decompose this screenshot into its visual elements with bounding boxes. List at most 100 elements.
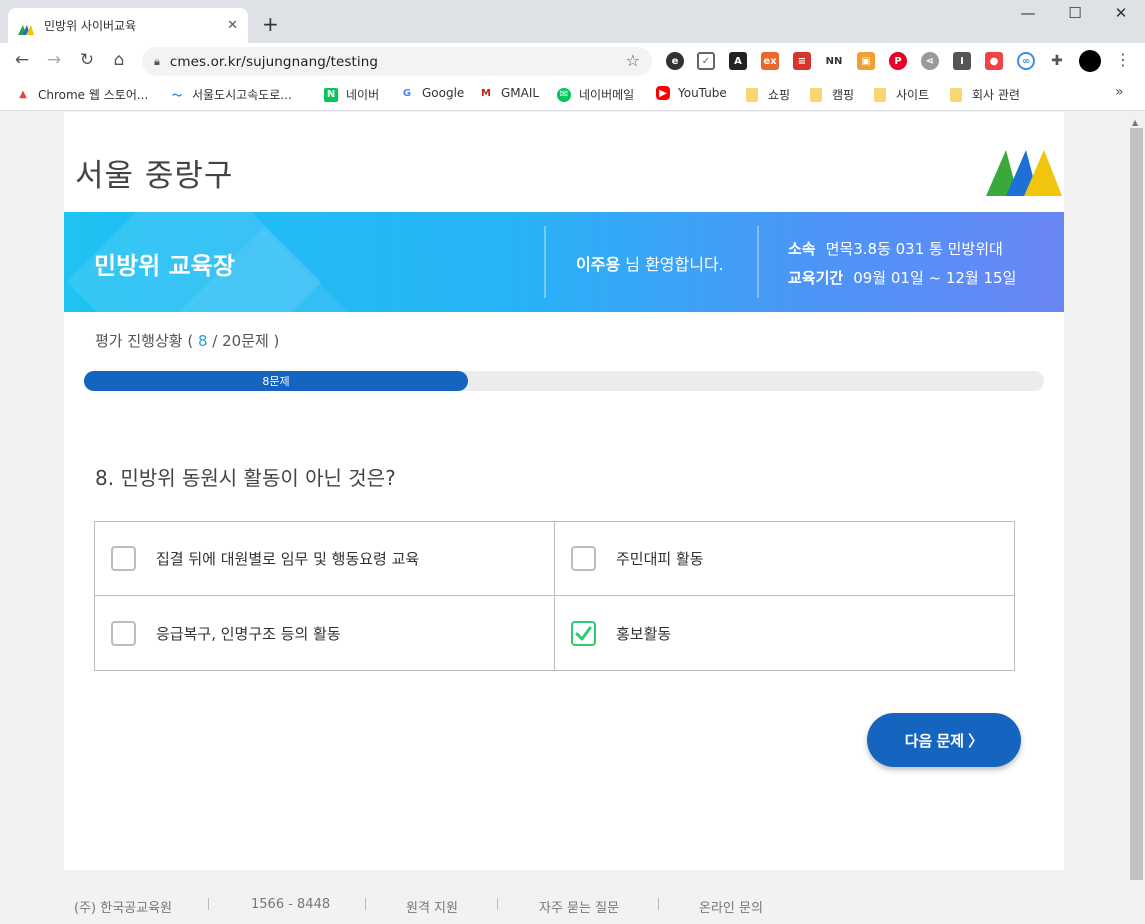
- welcome-banner: 민방위 교육장 이주용 님 환영합니다. 소속 면목3.8동 031 통 민방위대…: [64, 212, 1064, 312]
- bookmark-label: 네이버: [346, 88, 380, 102]
- folder-icon: [810, 87, 822, 102]
- period-value: 09월 01일 ~ 12월 15일: [853, 269, 1017, 287]
- page-scrollbar[interactable]: ▲: [1128, 112, 1145, 924]
- tab-title: 민방위 사이버교육: [44, 19, 137, 33]
- answer-option-text: 응급복구, 인명구조 등의 활동: [156, 624, 341, 643]
- google-icon: G: [402, 87, 412, 99]
- back-icon[interactable]: ←: [10, 50, 34, 70]
- progress-bar: 8문제: [84, 371, 1044, 391]
- extension-todoist-icon[interactable]: ≡: [793, 52, 811, 70]
- site-favicon-icon: [18, 20, 34, 35]
- address-bar[interactable]: 🔒︎ cmes.or.kr/sujungnang/testing ☆: [142, 47, 652, 76]
- answer-option-4[interactable]: 홍보활동: [555, 596, 1015, 670]
- browser-tab[interactable]: 민방위 사이버교육 ✕: [8, 8, 248, 43]
- answer-checkbox[interactable]: [571, 546, 596, 571]
- browser-toolbar: ← → ↻ ⌂ 🔒︎ cmes.or.kr/sujungnang/testing…: [0, 43, 1145, 79]
- period-label: 교육기간: [788, 269, 844, 287]
- bookmark-label: YouTube: [678, 86, 727, 100]
- answer-options: 집결 뒤에 대원별로 임무 및 행동요령 교육 주민대피 활동 응급복구, 인명…: [94, 521, 1015, 671]
- answer-option-1[interactable]: 집결 뒤에 대원별로 임무 및 행동요령 교육: [95, 522, 555, 596]
- footer-remote-support-link[interactable]: 원격 지원: [406, 897, 458, 916]
- next-question-button[interactable]: 다음 문제 〉: [867, 713, 1021, 767]
- answer-checkbox[interactable]: [571, 620, 596, 646]
- chrome-store-icon: ▲: [16, 87, 30, 102]
- forward-icon[interactable]: →: [42, 50, 66, 70]
- affiliation-value: 면목3.8동 031 통 민방위대: [825, 240, 1003, 258]
- progress-bar-fill: 8문제: [84, 371, 468, 391]
- bookmark-seoul-highway[interactable]: 〜 서울도시고속도로...: [170, 86, 292, 103]
- progress-current: 8: [197, 332, 208, 350]
- scroll-up-icon[interactable]: ▲: [1132, 118, 1138, 127]
- bookmark-naver-mail[interactable]: ✉ 네이버메일: [557, 86, 634, 103]
- page-viewport: 서울 중랑구 민방위 교육장 이주용 님 환영합니다. 소속 면목3.8동 031…: [0, 112, 1128, 924]
- home-icon[interactable]: ⌂: [107, 50, 131, 70]
- answer-option-text: 주민대피 활동: [616, 550, 704, 568]
- bookmark-folder-company[interactable]: 회사 관련: [950, 86, 1020, 103]
- folder-icon: [874, 87, 886, 102]
- bookmark-label: 서울도시고속도로...: [192, 88, 292, 102]
- extension-share-icon[interactable]: ⋖: [921, 52, 939, 70]
- bookmark-folder-shopping[interactable]: 쇼핑: [746, 86, 790, 103]
- bookmarks-more-icon[interactable]: »: [1115, 84, 1124, 100]
- progress-prefix: 평가 진행상황 (: [95, 332, 198, 350]
- extension-infinity-icon[interactable]: ∞: [1017, 52, 1035, 70]
- bookmark-label: 캠핑: [832, 88, 855, 102]
- highway-icon: 〜: [172, 91, 182, 102]
- footer-inquiry-link[interactable]: 온라인 문의: [699, 897, 763, 916]
- question-text: 8. 민방위 동원시 활동이 아닌 것은?: [95, 466, 396, 490]
- folder-icon: [746, 87, 758, 102]
- naver-mail-icon: ✉: [557, 87, 571, 102]
- reload-icon[interactable]: ↻: [75, 50, 99, 70]
- extension-e-icon[interactable]: e: [666, 52, 684, 70]
- tab-close-icon[interactable]: ✕: [227, 18, 238, 33]
- profile-avatar[interactable]: [1079, 50, 1101, 72]
- checkmark-icon: [575, 626, 592, 640]
- progress-bar-label: 8문제: [262, 375, 290, 388]
- bookmark-folder-sites[interactable]: 사이트: [874, 86, 929, 103]
- extension-nn-icon[interactable]: NN: [825, 52, 843, 70]
- extension-pinterest-icon[interactable]: P: [889, 52, 907, 70]
- bookmark-naver[interactable]: N 네이버: [324, 86, 379, 103]
- answer-checkbox[interactable]: [111, 620, 136, 646]
- bookmark-folder-camping[interactable]: 캠핑: [810, 86, 854, 103]
- footer-divider: [208, 898, 209, 910]
- window-close-icon[interactable]: ✕: [1098, 4, 1144, 22]
- extension-image-icon[interactable]: ▣: [857, 52, 875, 70]
- scroll-thumb[interactable]: [1130, 128, 1143, 880]
- extensions-puzzle-icon[interactable]: ✚: [1048, 52, 1066, 70]
- answer-checkbox[interactable]: [111, 546, 136, 571]
- progress-suffix: / 20문제 ): [207, 332, 280, 350]
- footer-divider: [497, 898, 498, 910]
- footer-faq-link[interactable]: 자주 묻는 질문: [539, 897, 619, 916]
- answer-option-3[interactable]: 응급복구, 인명구조 등의 활동: [95, 596, 555, 670]
- footer-divider: [658, 898, 659, 910]
- extension-ex-icon[interactable]: ex: [761, 52, 779, 70]
- bookmark-youtube[interactable]: ▶ YouTube: [656, 86, 727, 100]
- site-logo-icon: [984, 146, 1062, 200]
- minimize-icon[interactable]: —: [1005, 4, 1051, 22]
- extension-i-icon[interactable]: I: [953, 52, 971, 70]
- menu-dots-icon[interactable]: ⋮: [1115, 50, 1131, 69]
- period-row: 교육기간 09월 01일 ~ 12월 15일: [788, 267, 1016, 288]
- bookmark-chrome-store[interactable]: ▲ Chrome 웹 스토어...: [16, 86, 148, 103]
- extension-a-icon[interactable]: A: [729, 52, 747, 70]
- answer-option-2[interactable]: 주민대피 활동: [555, 522, 1015, 596]
- bookmark-label: 사이트: [896, 88, 930, 102]
- banner-title: 민방위 교육장: [94, 252, 235, 280]
- banner-divider: [757, 226, 759, 298]
- url-text: cmes.or.kr/sujungnang/testing: [169, 53, 379, 70]
- naver-icon: N: [324, 87, 338, 102]
- answer-option-text: 홍보활동: [616, 624, 672, 643]
- footer: (주) 한국공교육원 1566 - 8448 원격 지원 자주 묻는 질문 온라…: [0, 892, 1128, 922]
- maximize-icon[interactable]: ☐: [1052, 4, 1098, 22]
- affiliation-row: 소속 면목3.8동 031 통 민방위대: [788, 238, 1003, 259]
- extension-pocket-icon[interactable]: ✓: [697, 52, 715, 70]
- new-tab-icon[interactable]: +: [262, 12, 279, 36]
- bookmark-gmail[interactable]: M GMAIL: [479, 86, 539, 100]
- answer-option-text: 집결 뒤에 대원별로 임무 및 행동요령 교육: [156, 550, 420, 568]
- bookmark-label: GMAIL: [501, 86, 540, 100]
- welcome-suffix: 님 환영합니다.: [620, 255, 724, 274]
- bookmark-star-icon[interactable]: ☆: [626, 51, 640, 70]
- extension-red-icon[interactable]: ●: [985, 52, 1003, 70]
- bookmark-google[interactable]: G Google: [400, 86, 464, 100]
